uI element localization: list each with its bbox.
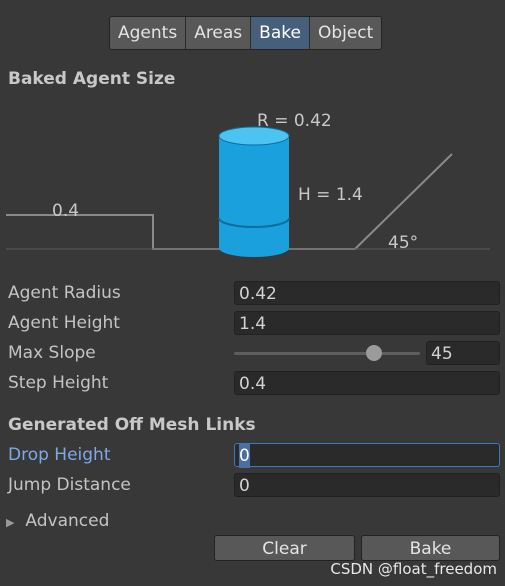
radius-label: R = 0.42 xyxy=(257,111,332,131)
step-height-label: 0.4 xyxy=(52,201,79,221)
advanced-foldout[interactable]: ▶ Advanced xyxy=(6,509,109,533)
max-slope-slider-track[interactable] xyxy=(234,352,420,355)
watermark: CSDN @float_freedom xyxy=(330,560,497,578)
agent-cylinder xyxy=(218,126,290,257)
height-label: H = 1.4 xyxy=(298,185,363,205)
triangle-right-icon: ▶ xyxy=(6,516,15,529)
max-slope-label: Max Slope xyxy=(8,343,96,363)
step-height-field[interactable]: 0.4 xyxy=(234,371,500,395)
cylinder-body xyxy=(219,136,289,257)
bake-button[interactable]: Bake xyxy=(361,535,500,561)
navigation-tabs: Agents Areas Bake Object xyxy=(109,16,383,50)
slope-angle-label: 45° xyxy=(388,233,418,253)
agent-size-diagram: R = 0.42 H = 1.4 0.4 45° xyxy=(6,111,490,257)
agent-radius-field[interactable]: 0.42 xyxy=(234,281,500,305)
max-slope-field[interactable]: 45 xyxy=(426,341,500,365)
max-slope-slider-thumb[interactable] xyxy=(365,345,382,361)
baked-agent-size-heading: Baked Agent Size xyxy=(8,69,176,89)
drop-height-label: Drop Height xyxy=(8,445,111,465)
clear-button[interactable]: Clear xyxy=(214,535,355,561)
drop-height-value: 0 xyxy=(239,444,250,468)
off-mesh-links-heading: Generated Off Mesh Links xyxy=(8,415,256,435)
agent-height-field[interactable]: 1.4 xyxy=(234,311,500,335)
agent-height-label: Agent Height xyxy=(8,313,120,333)
step-height-label: Step Height xyxy=(8,373,109,393)
agent-radius-label: Agent Radius xyxy=(8,283,121,303)
drop-height-field[interactable]: 0 xyxy=(234,443,500,468)
tab-bake[interactable]: Bake xyxy=(251,17,310,49)
tab-agents[interactable]: Agents xyxy=(110,17,187,49)
jump-distance-label: Jump Distance xyxy=(8,475,131,495)
jump-distance-field[interactable]: 0 xyxy=(234,473,500,497)
tab-areas[interactable]: Areas xyxy=(186,17,252,49)
advanced-label: Advanced xyxy=(25,511,110,531)
tab-object[interactable]: Object xyxy=(309,17,382,49)
